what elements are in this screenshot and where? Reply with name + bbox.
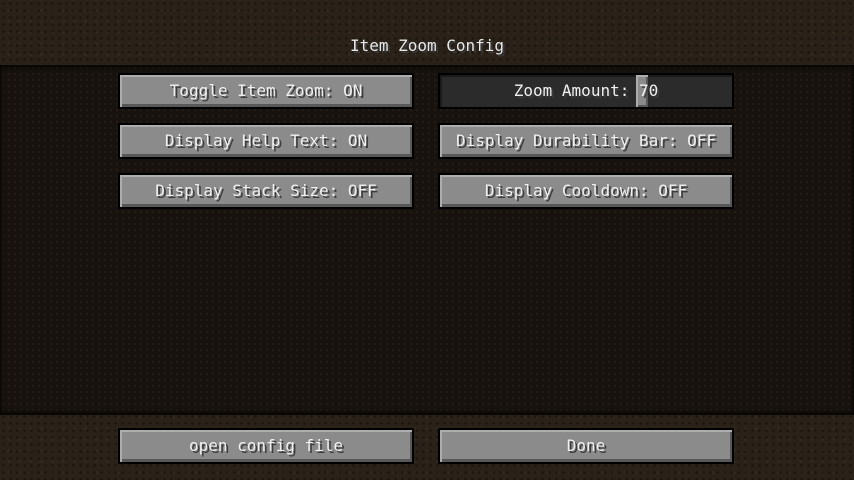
done-button[interactable]: Done — [438, 428, 734, 464]
screen-title: Item Zoom Config — [349, 36, 505, 55]
display-cooldown-button[interactable]: Display Cooldown: OFF — [438, 173, 734, 209]
open-config-file-button[interactable]: open config file — [118, 428, 414, 464]
display-help-text-button[interactable]: Display Help Text: ON — [118, 123, 414, 159]
toggle-item-zoom-button[interactable]: Toggle Item Zoom: ON — [118, 73, 414, 109]
display-stack-size-button[interactable]: Display Stack Size: OFF — [118, 173, 414, 209]
zoom-amount-slider[interactable]: Zoom Amount: 70 — [438, 73, 734, 109]
options-list — [0, 65, 854, 415]
zoom-amount-label: Zoom Amount: 70 — [513, 81, 659, 100]
display-durability-bar-button[interactable]: Display Durability Bar: OFF — [438, 123, 734, 159]
